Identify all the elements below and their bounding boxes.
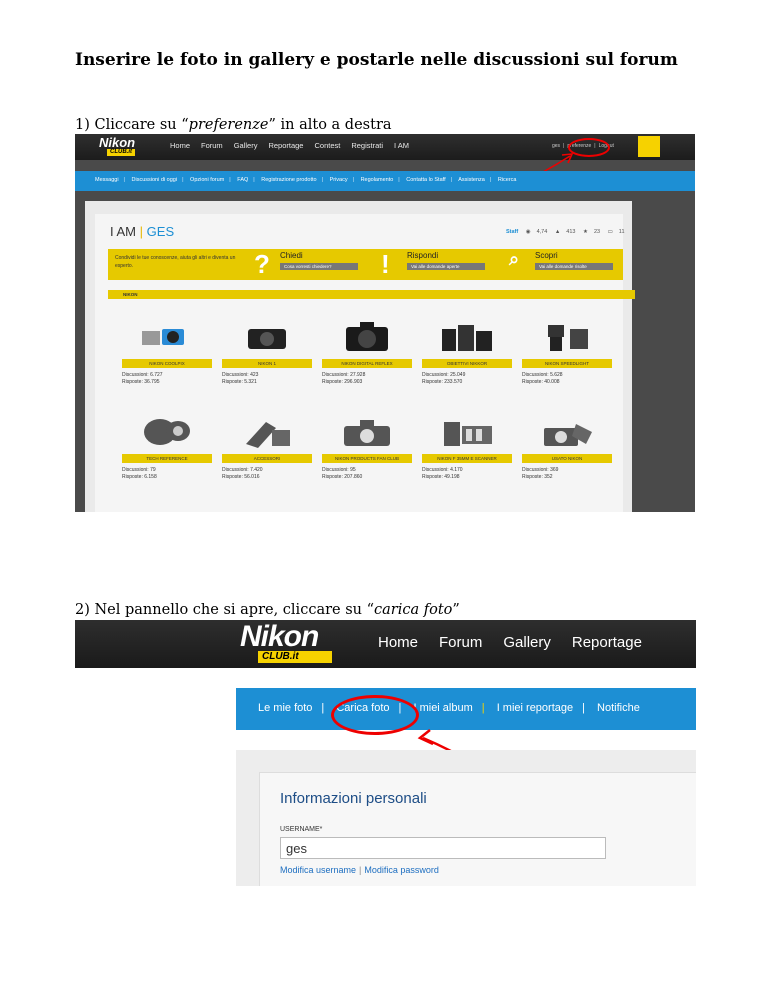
action-scopri[interactable]: ⌕ Scopri Vai alle domande risolte: [509, 249, 613, 270]
category-card[interactable]: ACCESSORI Discussioni: 7.420 Risposte: 56…: [222, 414, 312, 484]
subnav-registrazione-prodotto[interactable]: Registrazione prodotto: [261, 177, 316, 183]
account-links: Modifica username | Modifica password: [280, 865, 439, 875]
document-title: Inserire le foto in gallery e postarle n…: [75, 50, 678, 70]
category-card[interactable]: NIKON COOLPIX Discussioni: 6.727 Risposte…: [122, 319, 212, 389]
category-card[interactable]: NIKON F 35MM E SCANNER Discussioni: 4.17…: [422, 414, 512, 484]
forum-subnav: Messaggi | Discussioni di oggi | Opzioni f…: [75, 171, 695, 191]
eye-icon: ◉: [525, 229, 531, 235]
accessories-icon: [246, 422, 290, 448]
question-icon: ?: [254, 249, 270, 279]
category-card[interactable]: USATO NIKON Discussioni: 369 Risposte: 35…: [522, 414, 612, 484]
category-card[interactable]: NIKON DIGITAL REFLEX Discussioni: 27.928…: [322, 319, 412, 389]
action-rispondi[interactable]: ! Rispondi Vai alle domande aperte: [381, 249, 485, 279]
screenshot-forum-iam: Nikon CLUB.it Home Forum Gallery Reportage Co…: [75, 134, 695, 512]
thumb-icon: ▲: [554, 229, 561, 235]
category-card[interactable]: NIKON 1 Discussioni: 423 Risposte: 5.321: [222, 319, 312, 389]
category-card[interactable]: NIKON SPEEDLIGHT Discussioni: 5.628 Rispo…: [522, 319, 612, 389]
fan-club-icon: [344, 420, 390, 446]
subnav-contatta-staff[interactable]: Contatta lo Staff: [406, 177, 445, 183]
comment-icon: ▭: [607, 229, 613, 235]
user-stats: Staff ◉ 4,74 ▲ 413 ★ 23 ▭ 11: [506, 229, 625, 235]
tech-reference-icon: [144, 419, 190, 445]
scopri-button: Vai alle domande risolte: [535, 263, 613, 270]
chiedi-button: Cosa vorresti chiedere?: [280, 263, 358, 270]
username-input[interactable]: ges: [280, 837, 606, 859]
star-icon: ★: [583, 229, 588, 235]
magnifier-icon: ⌕: [509, 249, 520, 269]
subnav-assistenza[interactable]: Assistenza: [458, 177, 485, 183]
exclamation-icon: !: [381, 249, 390, 279]
subnav-faq[interactable]: FAQ: [237, 177, 248, 183]
action-chiedi[interactable]: ? Chiedi Cosa vorresti chiedere?: [254, 249, 358, 279]
coolpix-camera-icon: [142, 329, 184, 345]
reflex-camera-icon: [346, 322, 388, 351]
subnav-regolamento[interactable]: Regolamento: [361, 177, 394, 183]
step-1-instruction: 1) Cliccare su “preferenze” in alto a de…: [75, 117, 392, 133]
film-scanner-icon: [444, 422, 492, 446]
subnav-opzioni-forum[interactable]: Opzioni forum: [190, 177, 224, 183]
lenses-icon: [442, 325, 492, 351]
subnav-messaggi[interactable]: Messaggi: [95, 177, 119, 183]
edit-username-link[interactable]: Modifica username: [280, 865, 356, 875]
subnav-privacy[interactable]: Privacy: [330, 177, 348, 183]
speedlight-icon: [548, 325, 588, 351]
staff-badge: Staff: [506, 229, 519, 235]
category-card[interactable]: TECH REFERENCE Discussioni: 79 Risposte: …: [122, 414, 212, 484]
nikon1-camera-icon: [248, 329, 286, 349]
edit-password-link[interactable]: Modifica password: [364, 865, 439, 875]
step-2-instruction: 2) Nel pannello che si apre, cliccare su…: [75, 602, 460, 618]
iam-intro-text: Condividi le tue conoscenze, aiuta gli a…: [115, 255, 236, 269]
personal-info-heading: Informazioni personali: [280, 790, 427, 807]
section-header-nikon: NIKON: [108, 290, 635, 299]
screenshot-gallery-preferences: Nikon CLUB.it Home Forum Gallery Reportage L…: [75, 620, 696, 886]
username-label: USERNAME*: [280, 826, 323, 833]
iam-title: I AM | GES: [110, 224, 175, 239]
category-card[interactable]: NIKON PRODUCTS FAN CLUB Discussioni: 95 R…: [322, 414, 412, 484]
category-card[interactable]: OBIETTIVI NIKKOR Discussioni: 25.049 Risp…: [422, 319, 512, 389]
rispondi-button: Vai alle domande aperte: [407, 263, 485, 270]
subnav-discussioni-oggi[interactable]: Discussioni di oggi: [132, 177, 178, 183]
used-gear-icon: [544, 424, 592, 446]
subnav-ricerca[interactable]: Ricerca: [498, 177, 517, 183]
